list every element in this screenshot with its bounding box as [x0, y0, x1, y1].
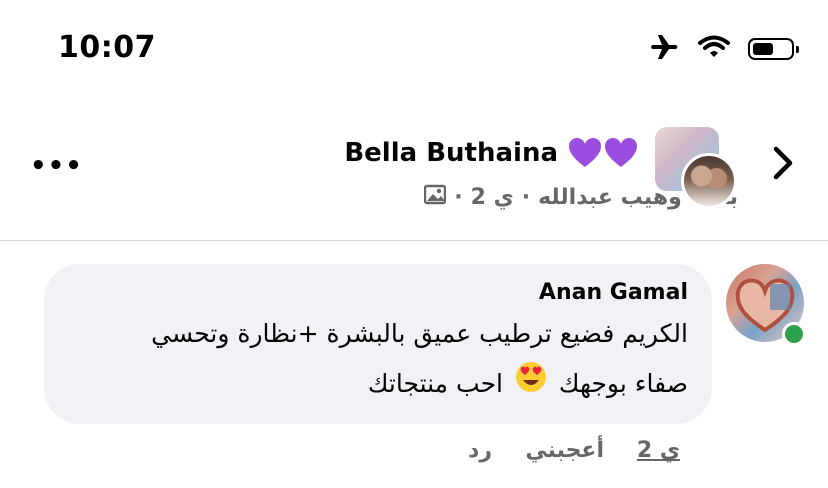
author-avatar [681, 153, 737, 209]
status-time: 10:07 [58, 30, 156, 65]
comment-text: الكريم فضيع ترطيب عميق بالبشرة +نظارة وت… [68, 309, 688, 410]
post-time[interactable]: 2 ي [471, 185, 514, 210]
reply-button[interactable]: رد [468, 438, 492, 463]
comment-line-2-end: احب منتجاتك [367, 369, 503, 398]
page-title[interactable]: Bella Buthaina [344, 137, 638, 169]
like-button[interactable]: أعجبني [525, 438, 604, 463]
purple-heart-icon [568, 137, 638, 169]
battery-icon [748, 38, 799, 60]
comment-line-1: الكريم فضيع ترطيب عميق بالبشرة +نظارة وت… [151, 319, 688, 348]
comment-bubble[interactable]: Anan Gamal الكريم فضيع ترطيب عميق بالبشر… [44, 264, 712, 424]
more-options-button[interactable]: ••• [30, 153, 83, 179]
photo-album-icon [424, 183, 447, 211]
wifi-icon [698, 35, 730, 63]
subtitle-separator: · [454, 184, 463, 210]
page-avatar[interactable] [655, 127, 737, 209]
chevron-right-icon[interactable] [772, 145, 794, 185]
online-status-dot [782, 322, 806, 346]
heart-eyes-emoji-icon [515, 360, 547, 410]
comment-time-link[interactable]: 2 ي [637, 438, 680, 463]
status-icons [650, 34, 799, 64]
comment-line-2-start: صفاء بوجهك [558, 369, 688, 398]
comment-line-2: صفاء بوجهك احب منتجاتك [68, 359, 688, 410]
comment-author[interactable]: Anan Gamal [68, 280, 688, 305]
subtitle-separator: · [521, 184, 531, 210]
page-name[interactable]: Bella Buthaina [344, 138, 558, 168]
post-header: ••• Bella Buthaina · 2 ي · بثينة وهيب عب… [0, 115, 828, 241]
airplane-icon [650, 34, 680, 64]
